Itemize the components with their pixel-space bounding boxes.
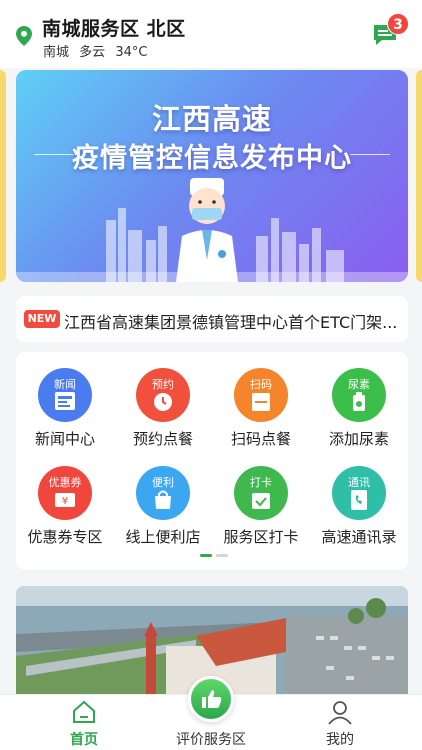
service-glyph xyxy=(154,393,172,411)
shopping-bag-icon: 便利 xyxy=(136,466,190,520)
coupon-icon: 优惠券 ¥ xyxy=(38,466,92,520)
page-dot-active xyxy=(200,554,212,557)
phone-book-icon: 通讯 xyxy=(332,466,386,520)
service-label: 服务区打卡 xyxy=(223,528,299,546)
new-tag: NEW xyxy=(24,310,60,328)
page-dot xyxy=(216,554,228,557)
weather-city: 南城 xyxy=(43,45,70,60)
user-icon xyxy=(328,701,352,725)
service-glyph xyxy=(55,392,75,410)
service-area-name[interactable]: 南城服务区 北区 xyxy=(42,14,186,41)
weather-condition: 多云 xyxy=(79,45,106,60)
home-icon xyxy=(73,700,95,723)
nav-home[interactable]: 首页 xyxy=(14,695,154,750)
nav-rate-label: 评价服务区 xyxy=(176,732,246,748)
service-grid: 新闻 新闻中心 预约 预约点餐 扫码 扫码点餐 尿素 添加尿素 优惠券 ¥ 优惠券专区 便利 线上便利店… xyxy=(16,352,408,570)
svg-text:¥: ¥ xyxy=(62,496,68,507)
banner-title: 江西高速 xyxy=(151,102,272,136)
page-indicator xyxy=(200,554,240,558)
service-glyph xyxy=(252,493,270,509)
service-label: 新闻中心 xyxy=(34,430,95,448)
rate-thumbs-up-button[interactable] xyxy=(188,676,234,722)
alarm-clock-icon: 预约 xyxy=(136,368,190,422)
service-item-4[interactable]: 尿素 添加尿素 xyxy=(310,368,408,458)
service-glyph xyxy=(351,490,367,510)
news-ticker[interactable]: NEW 江西省高速集团景德镇管理中心首个ETC门架... xyxy=(16,296,408,342)
service-item-2[interactable]: 预约 预约点餐 xyxy=(114,368,212,458)
banner-next-peek xyxy=(416,70,422,282)
service-item-5[interactable]: 优惠券 ¥ 优惠券专区 xyxy=(16,466,114,556)
service-item-1[interactable]: 新闻 新闻中心 xyxy=(16,368,114,458)
service-label: 预约点餐 xyxy=(132,430,193,448)
service-glyph xyxy=(155,490,171,509)
service-glyph xyxy=(353,392,365,411)
scan-icon: 扫码 xyxy=(234,368,288,422)
thumbs-up-icon xyxy=(202,690,222,708)
service-item-3[interactable]: 扫码 扫码点餐 xyxy=(212,368,310,458)
service-label: 高速通讯录 xyxy=(321,528,397,546)
nav-mine-label: 我的 xyxy=(326,732,354,748)
service-label: 扫码点餐 xyxy=(230,430,291,448)
service-label: 添加尿素 xyxy=(328,430,389,448)
news-headline[interactable]: 江西省高速集团景德镇管理中心首个ETC门架... xyxy=(64,309,404,333)
service-glyph xyxy=(252,393,270,411)
nav-home-label: 首页 xyxy=(70,732,98,748)
service-label: 优惠券专区 xyxy=(27,528,103,546)
epidemic-info-banner[interactable]: 江西高速 疫情管控信息发布中心 xyxy=(16,70,408,282)
nav-mine[interactable]: 我的 xyxy=(270,695,410,750)
banner-prev-peek xyxy=(0,70,6,282)
service-item-7[interactable]: 打卡 服务区打卡 xyxy=(212,466,310,556)
service-label: 线上便利店 xyxy=(125,528,201,546)
weather-info: 南城 多云 34°C xyxy=(43,41,153,60)
service-glyph: ¥ xyxy=(55,493,75,507)
urea-bottle-icon: 尿素 xyxy=(332,368,386,422)
service-item-6[interactable]: 便利 线上便利店 xyxy=(114,466,212,556)
doctor-illustration xyxy=(16,178,408,282)
news-icon: 新闻 xyxy=(38,368,92,422)
message-count-badge: 3 xyxy=(387,13,409,35)
top-header: 南城服务区 北区 南城 多云 34°C 3 xyxy=(0,0,422,68)
calendar-check-icon: 打卡 xyxy=(234,466,288,520)
weather-temperature: 34°C xyxy=(115,45,148,60)
service-item-8[interactable]: 通讯 高速通讯录 xyxy=(310,466,408,556)
location-pin-icon xyxy=(16,26,32,46)
